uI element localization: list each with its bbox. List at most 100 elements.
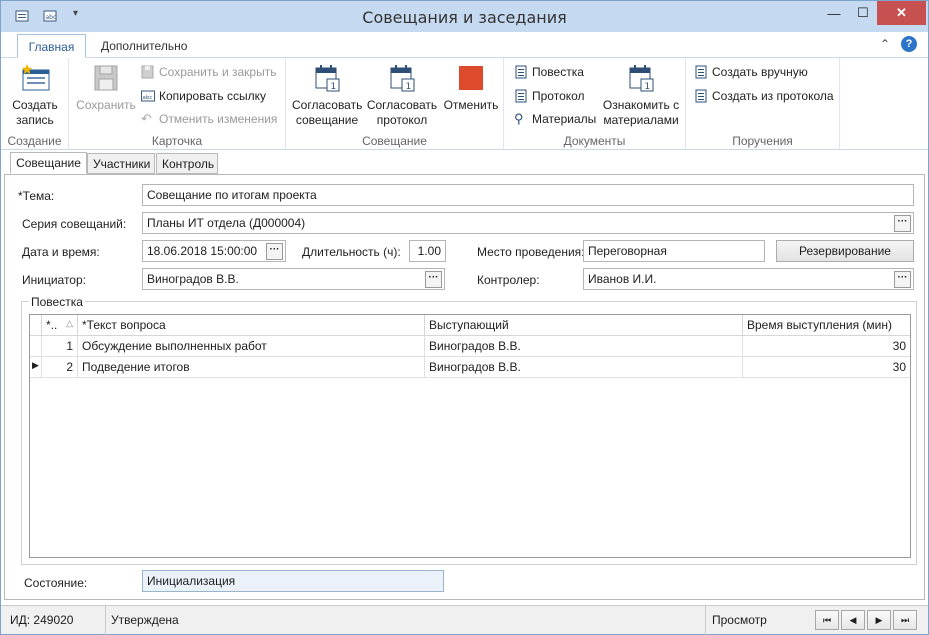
column-header-number-label: *.. [46,318,58,332]
next-record-icon[interactable]: ▶ [867,610,891,630]
table-cell-number[interactable]: 2 [42,357,78,378]
table-cell-text[interactable]: Обсуждение выполненных работ [78,336,425,357]
undo-changes-button[interactable]: ↶ Отменить изменения [141,109,277,129]
calendar-approve-icon: 1 [315,65,340,92]
table-cell-speaker[interactable]: Виноградов В.В. [425,357,743,378]
approve-meeting-button[interactable]: 1 Согласовать совещание [292,62,362,128]
datetime-value: 18.06.2018 15:00:00 [147,244,258,258]
save-close-icon [141,65,154,79]
controller-value: Иванов И.И. [588,272,657,286]
series-label: Серия совещаний: [22,217,127,231]
controller-field[interactable]: Иванов И.И. ··· [583,268,914,290]
review-materials-label: Ознакомить с материалами [602,98,680,127]
column-header-time[interactable]: Время выступления (мин) [743,315,910,336]
series-field[interactable]: Планы ИТ отдела (Д000004) ··· [142,212,914,234]
initiator-field[interactable]: Виноградов В.В. ··· [142,268,445,290]
initiator-label: Инициатор: [22,273,86,287]
svg-text:1: 1 [645,82,651,92]
calendar-review-icon: 1 [629,65,654,92]
protocol-button[interactable]: Протокол [514,86,585,106]
save-close-label: Сохранить и закрыть [159,65,277,79]
create-record-button[interactable]: Создать запись [11,62,59,128]
datetime-field[interactable]: 18.06.2018 15:00:00 ··· [142,240,286,262]
group-documents-label: Документы [563,134,626,148]
stop-icon [459,66,483,90]
table-cell-text[interactable]: Подведение итогов [78,357,425,378]
series-select-button[interactable]: ··· [894,215,911,232]
calendar-protocol-icon: 1 [390,65,415,92]
table-cell-speaker[interactable]: Виноградов В.В. [425,336,743,357]
column-header-speaker[interactable]: Выступающий [425,315,743,336]
table-cell-number[interactable]: 1 [42,336,78,357]
ribbon-tab-home[interactable]: Главная [17,34,86,58]
initiator-value: Виноградов В.В. [147,272,239,286]
paperclip-icon: ⚲ [514,111,524,126]
datetime-picker-button[interactable]: ··· [266,243,283,260]
cancel-meeting-label: Отменить [443,98,499,112]
create-manual-label: Создать вручную [712,65,808,79]
record-status: Утверждена [106,606,706,635]
collapse-ribbon-icon[interactable]: ⌃ [880,37,890,51]
help-icon[interactable]: ? [901,36,917,52]
svg-text:abc: abc [143,95,153,101]
group-meeting: 1 Согласовать совещание 1 Согласовать пр… [286,58,504,150]
duration-field[interactable]: 1.00 [409,240,446,262]
tab-meeting[interactable]: Совещание [10,152,87,174]
content-tab-bar: Совещание Участники Контроль [1,150,928,174]
create-manual-button[interactable]: Создать вручную [694,62,808,82]
controller-label: Контролер: [477,273,540,287]
controller-select-button[interactable]: ··· [894,271,911,288]
table-cell-time[interactable]: 30 [743,357,910,378]
save-label: Сохранить [76,98,136,112]
close-button[interactable]: ✕ [877,1,926,25]
sort-icon: △ [66,318,73,328]
materials-button[interactable]: ⚲ Материалы [514,109,596,129]
datetime-label: Дата и время: [22,245,100,259]
create-from-protocol-button[interactable]: Создать из протокола [694,86,834,106]
copy-link-icon: abc [141,90,155,102]
agenda-legend: Повестка [29,295,85,309]
agenda-button[interactable]: Повестка [514,62,584,82]
document-icon [695,65,707,79]
row-indicator[interactable] [30,336,42,357]
column-header-text[interactable]: *Текст вопроса [78,315,425,336]
column-header-number[interactable]: *.. △ [42,315,78,336]
save-button[interactable]: Сохранить [75,62,137,113]
place-field[interactable]: Переговорная [583,240,765,262]
initiator-select-button[interactable]: ··· [425,271,442,288]
undo-label: Отменить изменения [159,112,278,126]
record-id: ИД: 249020 [1,606,106,635]
group-tasks-label: Поручения [732,134,793,148]
group-meeting-label: Совещание [362,134,427,148]
last-record-icon[interactable]: ⏭ [893,610,917,630]
ribbon-tab-advanced[interactable]: Дополнительно [91,34,197,58]
reserve-button[interactable]: Резервирование [776,240,914,262]
agenda-label: Повестка [532,65,584,79]
svg-text:1: 1 [331,82,337,92]
save-close-button[interactable]: Сохранить и закрыть [141,62,276,82]
protocol-label: Протокол [532,89,585,103]
previous-record-icon[interactable]: ◀ [841,610,865,630]
cancel-meeting-button[interactable]: Отменить [441,62,501,113]
window-title: Совещания и заседания [362,8,567,27]
approve-protocol-label: Согласовать протокол [366,98,438,127]
minimize-button[interactable]: — [819,1,849,25]
first-record-icon[interactable]: ⏮ [815,610,839,630]
place-label: Место проведения: [477,245,585,259]
new-record-icon [22,64,50,91]
tab-control[interactable]: Контроль [156,153,218,174]
maximize-button[interactable]: ☐ [849,1,877,25]
topic-field[interactable]: Совещание по итогам проекта [142,184,914,206]
topic-label: *Тема: [18,189,55,203]
table-cell-time[interactable]: 30 [743,336,910,357]
materials-label: Материалы [532,112,597,126]
ribbon-tab-bar: Главная Дополнительно ⌃ ? [1,32,928,58]
document-icon [515,89,527,103]
tab-participants[interactable]: Участники [87,153,155,174]
current-row-arrow-icon[interactable]: ▶ [30,357,42,378]
approve-protocol-button[interactable]: 1 Согласовать протокол [366,62,438,128]
group-tasks: Создать вручную Создать из протокола Пор… [686,58,840,150]
copy-link-button[interactable]: abc Копировать ссылку [141,86,266,106]
group-create: Создать запись Создание [1,58,69,150]
review-materials-button[interactable]: 1 Ознакомить с материалами [600,62,682,128]
